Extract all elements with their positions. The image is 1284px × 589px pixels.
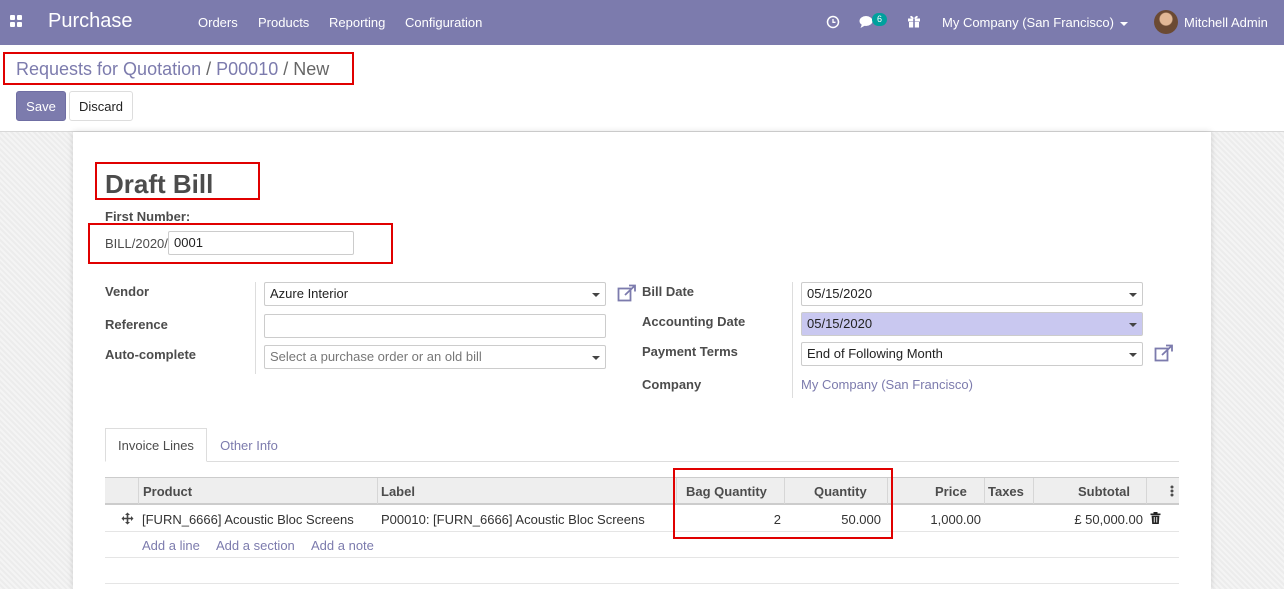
cell-subtotal: £ 50,000.00 [1074, 512, 1143, 527]
reference-label: Reference [105, 317, 168, 332]
breadcrumb-po[interactable]: P00010 [216, 59, 278, 79]
column-header-taxes[interactable]: Taxes [988, 484, 1024, 499]
chevron-down-icon [1129, 293, 1137, 297]
cell-quantity: 50.000 [841, 512, 881, 527]
payment-terms-value: End of Following Month [807, 346, 943, 361]
cell-label: P00010: [FURN_6666] Acoustic Bloc Screen… [381, 512, 645, 527]
app-title: Purchase [48, 10, 133, 32]
menu-configuration[interactable]: Configuration [405, 15, 482, 30]
tab-divider [105, 461, 1179, 462]
column-header-price[interactable]: Price [935, 484, 967, 499]
reference-field[interactable] [264, 314, 606, 338]
cell-bag-quantity: 2 [773, 512, 781, 527]
column-divider [887, 478, 888, 504]
company-link[interactable]: My Company (San Francisco) [801, 377, 973, 392]
row-divider [105, 583, 1179, 584]
column-divider [676, 478, 677, 504]
drag-handle-icon[interactable] [121, 512, 134, 525]
menu-products[interactable]: Products [258, 15, 309, 30]
accounting-date-label: Accounting Date [642, 314, 746, 329]
column-divider [984, 478, 985, 504]
autocomplete-placeholder: Select a purchase order or an old bill [270, 349, 482, 364]
save-button[interactable]: Save [16, 91, 66, 121]
menu-orders[interactable]: Orders [198, 15, 238, 30]
row-divider [105, 531, 1179, 532]
chevron-down-icon [1119, 21, 1128, 26]
column-header-quantity[interactable]: Quantity [814, 484, 867, 499]
menu-reporting[interactable]: Reporting [329, 15, 385, 30]
breadcrumb-rfq[interactable]: Requests for Quotation [16, 59, 201, 79]
chevron-down-icon [1129, 353, 1137, 357]
column-header-bag-quantity[interactable]: Bag Quantity [686, 484, 767, 499]
user-name[interactable]: Mitchell Admin [1184, 15, 1268, 30]
user-avatar[interactable] [1154, 10, 1178, 34]
chevron-down-icon [1129, 323, 1137, 327]
apps-menu-icon[interactable] [10, 15, 24, 29]
group-divider [255, 282, 256, 374]
column-divider [784, 478, 785, 504]
column-divider [377, 478, 378, 504]
gift-icon[interactable] [907, 14, 921, 28]
trash-icon[interactable] [1150, 512, 1161, 524]
optional-columns-icon[interactable] [1170, 484, 1174, 498]
top-navbar: Purchase Orders Products Reporting Confi… [0, 0, 1284, 45]
vendor-value: Azure Interior [270, 286, 349, 301]
tab-invoice-lines[interactable]: Invoice Lines [105, 428, 207, 462]
row-divider [105, 557, 1179, 558]
autocomplete-select[interactable]: Select a purchase order or an old bill [264, 345, 606, 369]
breadcrumb: Requests for Quotation / P00010 / New [16, 59, 329, 80]
column-header-subtotal[interactable]: Subtotal [1078, 484, 1130, 499]
vendor-label: Vendor [105, 284, 150, 299]
discard-button[interactable]: Discard [69, 91, 133, 121]
company-label: Company [642, 377, 702, 392]
bill-date-value: 05/15/2020 [807, 286, 873, 301]
tab-other-info[interactable]: Other Info [207, 428, 291, 462]
payment-terms-select[interactable]: End of Following Month [801, 342, 1143, 366]
payment-terms-label: Payment Terms [642, 344, 738, 359]
column-divider [1146, 478, 1147, 504]
breadcrumb-current: New [293, 59, 330, 79]
cell-product: [FURN_6666] Acoustic Bloc Screens [142, 512, 354, 527]
autocomplete-label: Auto-complete [105, 347, 196, 362]
first-number-label: First Number: [105, 209, 191, 224]
accounting-date-value: 05/15/2020 [807, 316, 873, 331]
group-divider [792, 282, 793, 398]
cell-price: 1,000.00 [930, 512, 981, 527]
column-divider [1033, 478, 1034, 504]
bill-date-field[interactable]: 05/15/2020 [801, 282, 1143, 306]
first-number-field[interactable]: 0001 [168, 231, 354, 255]
company-switcher[interactable]: My Company (San Francisco) [942, 15, 1128, 30]
activity-clock-icon[interactable] [826, 15, 840, 29]
column-header-label[interactable]: Label [381, 484, 415, 499]
add-line-link[interactable]: Add a line [142, 538, 200, 553]
messages-count-badge: 6 [872, 13, 888, 26]
external-link-icon[interactable] [1154, 344, 1174, 362]
add-note-link[interactable]: Add a note [311, 538, 374, 553]
column-divider [138, 478, 139, 504]
bill-prefix: BILL/2020/ [105, 236, 168, 251]
breadcrumb-separator: / [283, 59, 289, 79]
breadcrumb-separator: / [206, 59, 212, 79]
bill-date-label: Bill Date [642, 284, 695, 299]
page-title: Draft Bill [105, 169, 214, 199]
accounting-date-field[interactable]: 05/15/2020 [801, 312, 1143, 336]
chevron-down-icon [592, 293, 600, 297]
vendor-select[interactable]: Azure Interior [264, 282, 606, 306]
external-link-icon[interactable] [617, 284, 637, 302]
company-name: My Company (San Francisco) [942, 15, 1114, 30]
column-header-product[interactable]: Product [143, 484, 192, 499]
chevron-down-icon [592, 356, 600, 360]
add-section-link[interactable]: Add a section [216, 538, 295, 553]
